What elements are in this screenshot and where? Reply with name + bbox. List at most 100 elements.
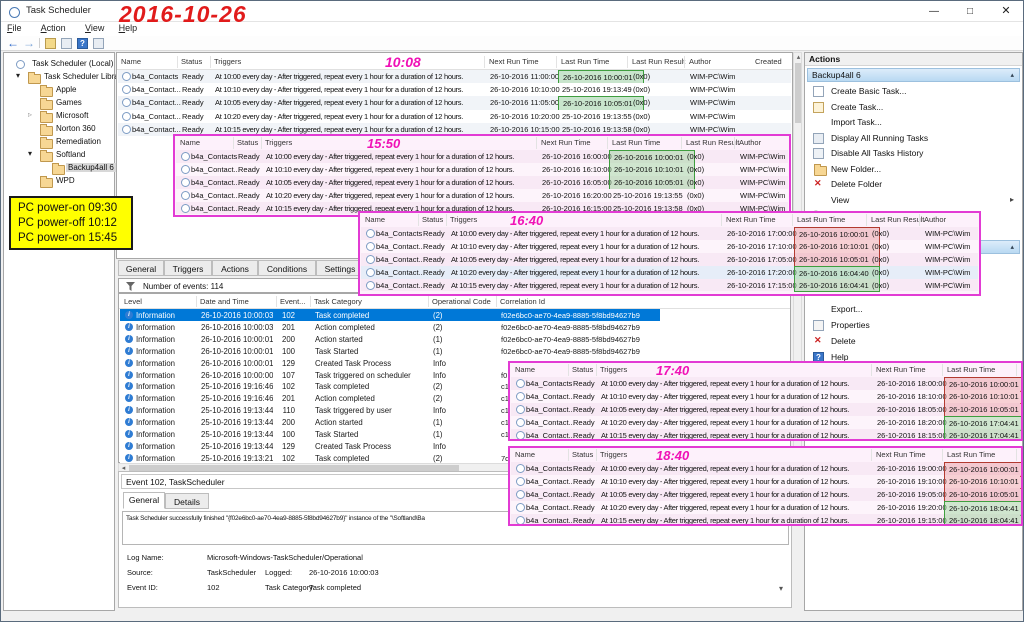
column-header-triggers[interactable]: Triggers [214, 57, 241, 66]
column-header-level[interactable]: Level [124, 297, 142, 306]
column-header-name[interactable]: Name [180, 138, 200, 147]
action-item-display-all-running-tasks[interactable]: Display All Running Tasks [805, 131, 1022, 146]
column-header-next-run-time[interactable]: Next Run Time [726, 215, 776, 224]
column-header-triggers[interactable]: Triggers [600, 450, 627, 459]
collapse-arrow-icon[interactable]: ▴ [1010, 71, 1014, 79]
action-item-create-basic-task-[interactable]: Create Basic Task... [805, 84, 1022, 99]
column-header-name[interactable]: Name [515, 450, 535, 459]
back-arrow-icon[interactable]: ← [7, 36, 19, 50]
action-item-export-[interactable]: Export... [805, 302, 1022, 317]
column-header-correlation-id[interactable]: Correlation Id [500, 297, 545, 306]
menu-file[interactable]: File [7, 23, 22, 33]
tree-item-apple[interactable]: Apple [4, 83, 114, 96]
column-header-triggers[interactable]: Triggers [450, 215, 477, 224]
column-header-last-run-result[interactable]: Last Run Result [871, 215, 924, 224]
menu-action[interactable]: Action [41, 23, 66, 33]
chevron-expanded-icon[interactable]: ▾ [16, 71, 20, 80]
tab-actions[interactable]: Actions [212, 260, 258, 276]
action-item-view[interactable]: View▸ [805, 193, 1022, 208]
history-event-row[interactable]: iInformation26-10-2016 10:00:01200Action… [120, 333, 789, 345]
chevron-collapsed-icon[interactable]: ▹ [28, 110, 32, 119]
column-header-author[interactable]: Author [924, 215, 946, 224]
column-header-last-run-result[interactable]: Last Run Result [1021, 450, 1023, 459]
actions-section-backup4all[interactable]: Backup4all 6 ▴ [807, 68, 1020, 82]
close-button[interactable]: ✕ [988, 1, 1024, 22]
tree-item-softland[interactable]: ▾Softland [4, 148, 114, 161]
tab-event-general[interactable]: General [123, 492, 165, 509]
column-header-event-[interactable]: Event... [280, 297, 305, 306]
task-row[interactable]: b4a_ContactsReadyAt 10:00 every day - Af… [118, 70, 791, 83]
column-header-triggers[interactable]: Triggers [265, 138, 292, 147]
column-header-next-run-time[interactable]: Next Run Time [541, 138, 591, 147]
maximize-button[interactable]: □ [952, 1, 988, 22]
action-pane-icon[interactable] [93, 38, 104, 49]
column-header-status[interactable]: Status [237, 138, 258, 147]
column-header-next-run-time[interactable]: Next Run Time [489, 57, 539, 66]
column-header-last-run-time[interactable]: Last Run Time [561, 57, 609, 66]
action-item-create-task-[interactable]: Create Task... [805, 100, 1022, 115]
tree-item-remediation[interactable]: Remediation [4, 135, 114, 148]
event-category: Action started [315, 418, 427, 427]
column-header-last-run-result[interactable]: Last Run Result [686, 138, 739, 147]
task-row[interactable]: b4a_Contact...ReadyAt 10:10 every day - … [118, 83, 791, 96]
show-console-tree-icon[interactable] [45, 38, 56, 49]
column-header-date-and-time[interactable]: Date and Time [200, 297, 249, 306]
tree-item-wpd[interactable]: WPD [4, 174, 114, 187]
task-last-run: 26-10-2016 10:00:01 [563, 73, 639, 82]
tab-triggers[interactable]: Triggers [164, 260, 212, 276]
scrollbar-thumb[interactable] [795, 63, 801, 123]
column-header-author[interactable]: Author [689, 57, 711, 66]
action-item-disable-all-tasks-history[interactable]: Disable All Tasks History [805, 146, 1022, 161]
column-header-status[interactable]: Status [572, 450, 593, 459]
column-header-last-run-result[interactable]: Last Run Result [1021, 365, 1023, 374]
history-event-row[interactable]: iInformation26-10-2016 10:00:03102Task c… [120, 309, 660, 321]
column-header-status[interactable]: Status [181, 57, 202, 66]
column-header-last-run-time[interactable]: Last Run Time [947, 450, 995, 459]
history-event-row[interactable]: iInformation26-10-2016 10:00:03201Action… [120, 321, 789, 333]
action-item-new-folder-[interactable]: New Folder... [805, 162, 1022, 177]
collapse-arrow-icon[interactable]: ▴ [1010, 243, 1014, 251]
history-event-row[interactable]: iInformation26-10-2016 10:00:01100Task S… [120, 345, 789, 357]
column-header-last-run-time[interactable]: Last Run Time [612, 138, 660, 147]
column-header-triggers[interactable]: Triggers [600, 365, 627, 374]
action-item-delete[interactable]: ✕Delete [805, 334, 1022, 349]
help-icon[interactable]: ? [77, 38, 88, 49]
column-header-last-run-time[interactable]: Last Run Time [797, 215, 845, 224]
column-header-author[interactable]: Author [739, 138, 761, 147]
column-header-task-category[interactable]: Task Category [314, 297, 362, 306]
forward-arrow-icon[interactable]: → [23, 36, 35, 50]
minimize-button[interactable]: — [916, 1, 952, 22]
task-name: b4a_Contacts [132, 72, 182, 81]
tree-item-microsoft[interactable]: ▹Microsoft [4, 109, 114, 122]
column-header-status[interactable]: Status [422, 215, 443, 224]
tree-item-task-scheduler-local-[interactable]: Task Scheduler (Local) [4, 57, 114, 70]
tab-general[interactable]: General [118, 260, 164, 276]
column-header-status[interactable]: Status [572, 365, 593, 374]
standard-window-icon[interactable] [61, 38, 72, 49]
tab-event-details[interactable]: Details [165, 493, 209, 509]
column-header-name[interactable]: Name [365, 215, 385, 224]
tree-item-games[interactable]: Games [4, 96, 114, 109]
column-header-operational-code[interactable]: Operational Code [432, 297, 491, 306]
action-item-delete-folder[interactable]: ✕Delete Folder [805, 177, 1022, 192]
column-header-name[interactable]: Name [121, 57, 141, 66]
task-row[interactable]: b4a_Contact...ReadyAt 10:20 every day - … [118, 110, 791, 123]
column-header-last-run-time[interactable]: Last Run Time [947, 365, 995, 374]
scroll-up-arrow[interactable]: ▴ [794, 53, 803, 62]
column-header-created[interactable]: Created [755, 57, 782, 66]
column-header-name[interactable]: Name [515, 365, 535, 374]
scroll-down-chevron-icon[interactable]: ▾ [779, 584, 783, 593]
tree-item-task-scheduler-library[interactable]: ▾Task Scheduler Library [4, 70, 114, 83]
action-item-import-task-[interactable]: Import Task... [805, 115, 1022, 130]
column-header-last-run-result[interactable]: Last Run Result [632, 57, 685, 66]
tab-settings[interactable]: Settings [316, 260, 364, 276]
chevron-expanded-icon[interactable]: ▾ [28, 149, 32, 158]
column-header-next-run-time[interactable]: Next Run Time [876, 365, 926, 374]
tab-conditions[interactable]: Conditions [258, 260, 316, 276]
column-header-next-run-time[interactable]: Next Run Time [876, 450, 926, 459]
menu-view[interactable]: View [85, 23, 104, 33]
tree-item-backup4all-6[interactable]: Backup4all 6 [4, 161, 114, 174]
tree-item-norton-360[interactable]: Norton 360 [4, 122, 114, 135]
action-item-properties[interactable]: Properties [805, 318, 1022, 333]
task-row[interactable]: b4a_Contact...ReadyAt 10:05 every day - … [118, 96, 791, 109]
